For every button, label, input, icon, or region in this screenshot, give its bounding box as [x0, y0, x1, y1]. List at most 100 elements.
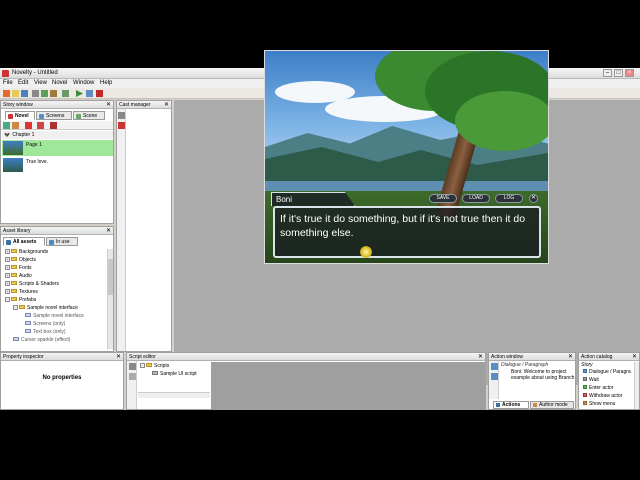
story-window: Story window ✕ Novel Screens Scene Chapt… [0, 100, 114, 224]
menu-help[interactable]: Help [100, 80, 112, 86]
open-icon[interactable] [12, 90, 19, 97]
cast-manager-header: Cast manager ✕ [117, 101, 171, 109]
folder-icon [11, 289, 17, 293]
folder-icon [11, 273, 17, 277]
menu-file[interactable]: File [3, 80, 13, 86]
action-toolbar [489, 361, 499, 399]
scrollbar[interactable] [107, 249, 113, 349]
tree-item-scripts[interactable]: − Scripts [140, 362, 169, 370]
maximize-button[interactable]: □ [614, 69, 623, 77]
list-item[interactable]: True love. [2, 157, 113, 173]
tab-screens[interactable]: Screens [36, 111, 72, 120]
chapter-header[interactable]: Chapter 1 [2, 131, 113, 139]
enter-actor-icon [583, 385, 587, 389]
folder-icon [11, 257, 17, 261]
scene-icon [76, 114, 81, 119]
tab-actions[interactable]: Actions [493, 401, 529, 409]
menu-novel[interactable]: Novel [52, 80, 67, 86]
catalog-item[interactable]: Enter actor [583, 384, 613, 392]
new-script-icon[interactable] [129, 363, 136, 370]
dialogue-icon [583, 369, 587, 373]
catalog-item[interactable]: Withdraw actor [583, 392, 622, 400]
tree-item-fonts[interactable]: + Fonts [5, 264, 32, 272]
stop-icon[interactable] [96, 90, 103, 97]
menu-view[interactable]: View [34, 80, 47, 86]
close-icon[interactable]: ✕ [478, 353, 483, 361]
log-button[interactable]: LOG [495, 194, 523, 203]
asset-library: Asset library ✕ All assets In use + Backg… [0, 226, 114, 352]
new-icon[interactable] [3, 90, 10, 97]
save-icon[interactable] [21, 90, 28, 97]
close-icon[interactable]: ✕ [164, 101, 169, 109]
horizontal-scrollbar[interactable] [138, 392, 210, 398]
tree-item-audio[interactable]: + Audio [5, 272, 32, 280]
remove-icon[interactable] [50, 122, 57, 129]
tree-item-scripts[interactable]: + Scripts & Shaders [5, 280, 59, 288]
tree-item-backgrounds[interactable]: + Backgrounds [5, 248, 48, 256]
list-icon[interactable] [32, 90, 39, 97]
close-icon[interactable]: ✕ [106, 101, 111, 109]
scrollbar-thumb[interactable] [108, 259, 113, 295]
close-icon[interactable]: ✕ [116, 353, 121, 361]
property-inspector-header: Property inspector ✕ [1, 353, 123, 361]
catalog-item[interactable]: Dialogue / Paragra [583, 368, 631, 376]
tab-novel[interactable]: Novel [5, 111, 35, 120]
tab-in-use[interactable]: In use [46, 237, 78, 246]
close-icon[interactable]: ✕ [106, 227, 111, 235]
folder-icon [11, 281, 17, 285]
tree-item-prefab[interactable]: Cursor sparkle (effect) [13, 336, 70, 344]
tree-item-objects[interactable]: + Objects [5, 256, 36, 264]
close-icon[interactable]: ✕ [529, 194, 538, 203]
move-down-icon[interactable] [491, 373, 498, 380]
action-entry[interactable]: Dialogue / Paragraph Boni: Welcome to pr… [501, 362, 575, 382]
minimize-button[interactable]: – [603, 69, 612, 77]
tree-item-prefab[interactable]: Text box (only) [25, 328, 66, 336]
delete-icon[interactable] [118, 122, 125, 129]
close-icon[interactable]: ✕ [568, 353, 573, 361]
export-icon[interactable] [62, 90, 69, 97]
menu-edit[interactable]: Edit [18, 80, 28, 86]
close-icon[interactable]: ✕ [632, 353, 637, 361]
tab-scene[interactable]: Scene [73, 111, 105, 120]
delete-icon[interactable] [37, 122, 44, 129]
in-use-icon [49, 240, 54, 245]
catalog-item[interactable]: Show menu [583, 400, 615, 408]
edit-script-icon[interactable] [129, 373, 136, 380]
story-toolbar [1, 121, 113, 130]
script-toolbar [127, 361, 137, 409]
prefab-icon [25, 329, 31, 333]
show-menu-icon [583, 401, 587, 405]
move-up-icon[interactable] [491, 363, 498, 370]
novel-icon [8, 114, 13, 119]
scene-preview[interactable]: Boni SAVE LOAD LOG ✕ If it's true it do … [264, 50, 549, 264]
tree-item-prefabs[interactable]: − Prefabs [5, 296, 36, 304]
actor-icon[interactable] [118, 112, 125, 119]
list-item[interactable]: Page 1 [2, 140, 113, 156]
catalog-item[interactable]: Wait [583, 376, 599, 384]
save-button[interactable]: SAVE [429, 194, 457, 203]
script-icon[interactable] [50, 90, 57, 97]
play-icon[interactable] [76, 90, 83, 97]
add-chapter-icon[interactable] [12, 122, 19, 129]
add-page-icon[interactable] [3, 122, 10, 129]
action-entry-text: Boni: Welcome to project example about u… [511, 368, 575, 382]
close-button[interactable]: × [625, 69, 634, 77]
tree-item-prefab[interactable]: Screens (only) [25, 320, 65, 328]
tab-author-mode[interactable]: Author mode [530, 401, 574, 409]
empty-state-text: No properties [42, 375, 82, 381]
scrollbar[interactable] [634, 362, 639, 409]
tree-item-script[interactable]: Sample UI script [152, 370, 197, 378]
move-icon[interactable] [25, 122, 32, 129]
story-window-header: Story window ✕ [1, 101, 113, 109]
action-catalog-header: Action catalog ✕ [579, 353, 639, 361]
dialogue-box[interactable]: If it's true it do something, but if it'… [273, 206, 541, 258]
tree-item-prefab[interactable]: Sample novel interface [25, 312, 84, 320]
load-button[interactable]: LOAD [462, 194, 490, 203]
pause-icon[interactable] [86, 90, 93, 97]
menu-window[interactable]: Window [73, 80, 94, 86]
cast-toolbar [117, 109, 126, 351]
music-icon[interactable] [41, 90, 48, 97]
tree-item-sample-interface[interactable]: − Sample novel interface [13, 304, 78, 312]
tab-all-assets[interactable]: All assets [3, 237, 45, 246]
tree-item-textures[interactable]: + Textures [5, 288, 38, 296]
